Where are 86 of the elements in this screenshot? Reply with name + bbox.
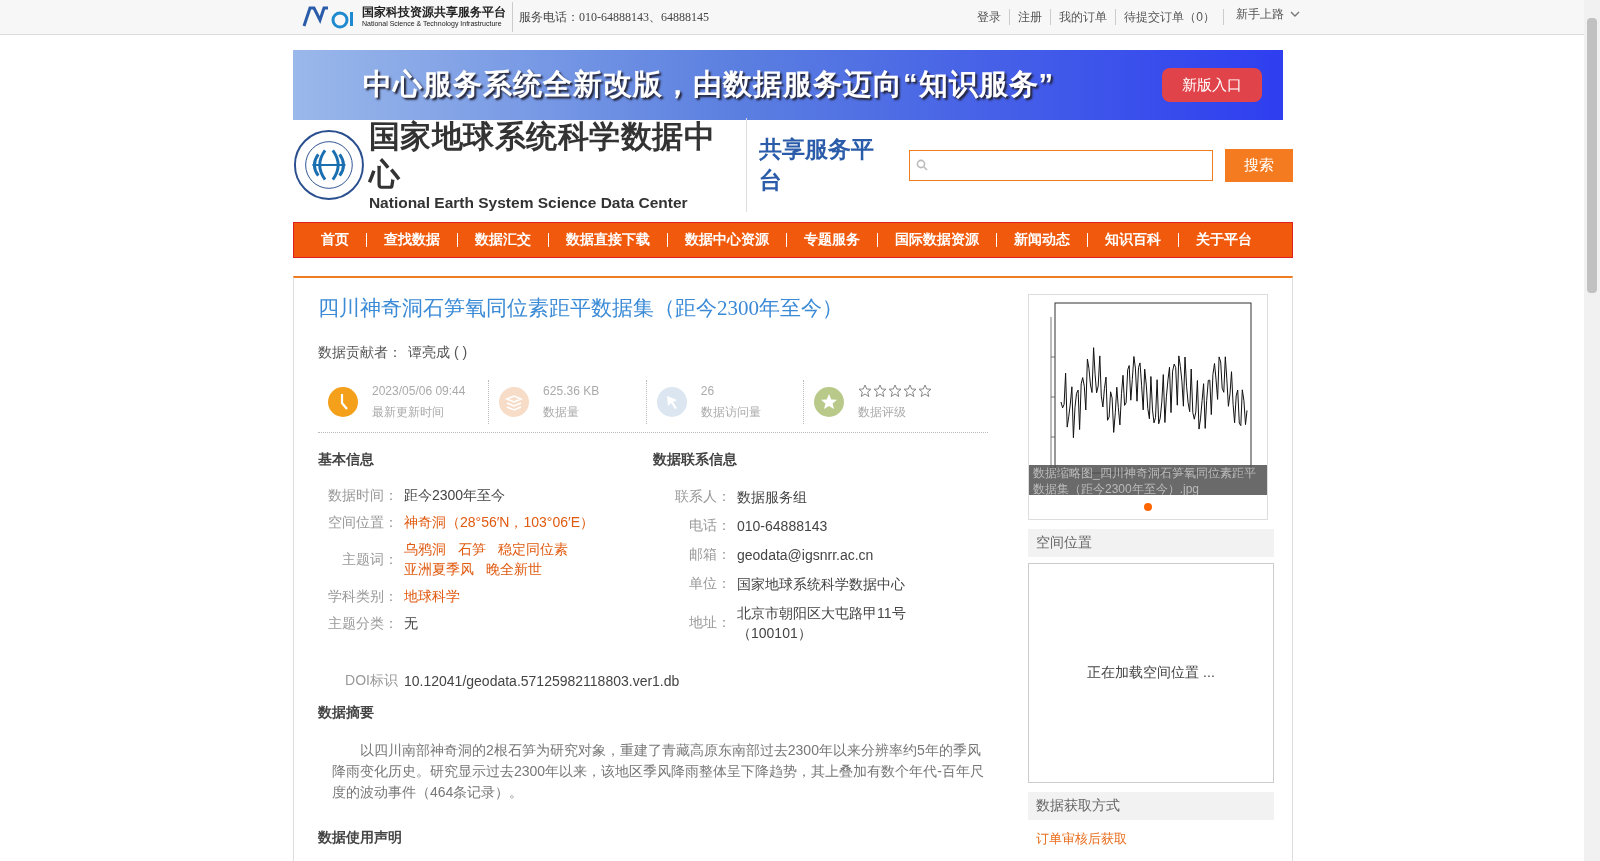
section-title: 数据联系信息 xyxy=(653,451,738,469)
contributor-name: 谭亮成 ( ) xyxy=(408,344,468,362)
field-label: 学科类别： xyxy=(327,588,398,606)
field-label: 地址： xyxy=(688,614,731,632)
layers-icon xyxy=(499,387,530,417)
stat-label: 最新更新时间 xyxy=(372,403,445,421)
scrollbar-thumb[interactable] xyxy=(1587,18,1597,293)
field-value: 数据服务组 xyxy=(737,488,808,507)
top-link[interactable]: 待提交订单（0） xyxy=(1116,9,1224,25)
field-link[interactable]: 地球科学 xyxy=(404,588,460,606)
nav-item[interactable]: 查找数据 xyxy=(367,231,457,249)
nav-item[interactable]: 新闻动态 xyxy=(997,231,1087,249)
nav-item[interactable]: 专题服务 xyxy=(787,231,877,249)
keyword-link[interactable]: 稳定同位素 xyxy=(498,541,568,559)
top-link[interactable]: 登录 xyxy=(969,9,1011,25)
search-button[interactable]: 搜索 xyxy=(1224,148,1293,182)
star-icon xyxy=(903,383,918,398)
field-value: 国家地球系统科学数据中心 xyxy=(737,575,906,594)
abstract-text: 以四川南部神奇洞的2根石笋为研究对象，重建了青藏高原东南部过去2300年以来分辨率约5年的季风降雨变化历史。研究显示过去2300年以来，该地区季风降雨整体呈下降趋势，其上叠加有数个年代-百年尺度的波动事件（464条记录）。 xyxy=(332,741,985,802)
field-label: 联系人： xyxy=(674,488,731,506)
star-rating[interactable] xyxy=(858,383,933,398)
nav-item[interactable]: 数据直接下载 xyxy=(549,231,667,249)
scrollbar[interactable] xyxy=(1584,0,1600,861)
keyword-link[interactable]: 石笋 xyxy=(458,541,486,559)
nav-item[interactable]: 国际数据资源 xyxy=(878,231,996,249)
center-name-english: National Earth System Science Data Center xyxy=(368,194,689,212)
keyword-link[interactable]: 亚洲夏季风 xyxy=(404,561,474,579)
platform-title: 共享服务平台 xyxy=(759,135,876,195)
search-field[interactable] xyxy=(909,149,1213,181)
stat-label: 数据量 xyxy=(543,403,581,421)
access-method: 订单审核后获取 xyxy=(1036,830,1128,848)
star-icon xyxy=(873,383,888,398)
nav-item[interactable]: 数据汇交 xyxy=(458,231,548,249)
nav-item[interactable]: 数据中心资源 xyxy=(668,231,786,249)
stat-value: 2023/05/06 09:44 xyxy=(372,383,466,398)
banner-text: 中心服务系统全新改版，由数据服务迈向“知识服务” xyxy=(363,67,1054,102)
section-title: 数据摘要 xyxy=(318,704,375,722)
stat-value: 625.36 KB xyxy=(543,383,600,398)
star-icon xyxy=(858,383,873,398)
section-title: 基本信息 xyxy=(318,451,375,469)
center-name: 国家地球系统科学数据中心 xyxy=(368,118,717,194)
field-label: 主题分类： xyxy=(327,615,398,633)
field-link[interactable]: 神奇洞（28°56′N，103°06′E） xyxy=(404,514,594,532)
stat-label: 数据评级 xyxy=(858,403,908,421)
field-label: DOI标识 xyxy=(344,672,398,690)
nav-item[interactable]: 首页 xyxy=(304,231,366,249)
nav-item[interactable]: 知识百科 xyxy=(1088,231,1178,249)
field-value: 北京市朝阳区大屯路甲11号（100101） xyxy=(737,604,907,643)
section-header: 空间位置 xyxy=(1028,529,1274,557)
field-label: 空间位置： xyxy=(327,514,398,532)
search-icon xyxy=(916,159,929,171)
contributor-label: 数据贡献者： xyxy=(318,344,402,362)
field-label: 主题词： xyxy=(341,551,398,569)
logo-title: 国家科技资源共享服务平台 xyxy=(362,5,506,19)
service-phone: 服务电话：010-64888143、64888145 xyxy=(519,8,709,26)
chevron-icon xyxy=(1290,10,1300,18)
guide-menu[interactable]: 新手上路 xyxy=(1224,5,1300,23)
field-label: 单位： xyxy=(688,575,731,593)
section-title: 数据使用声明 xyxy=(318,829,403,847)
field-label: 邮箱： xyxy=(688,546,731,564)
field-label: 数据时间： xyxy=(327,487,398,505)
thumbnail-caption: 数据缩略图_四川神奇洞石笋氧同位素距平数据集（距今2300年至今）.jpg xyxy=(1029,465,1267,495)
stat-value: 26 xyxy=(700,383,716,398)
top-link[interactable]: 我的订单 xyxy=(1051,9,1117,25)
doi-value: 10.12041/geodata.57125982118803.ver1.db xyxy=(404,673,680,689)
new-version-button[interactable]: 新版入口 xyxy=(1162,68,1262,102)
keyword-link[interactable]: 晚全新世 xyxy=(486,561,542,579)
star-icon xyxy=(888,383,903,398)
field-value: 距今2300年至今 xyxy=(404,487,506,505)
keyword-link[interactable]: 乌鸦洞 xyxy=(404,541,446,559)
star-badge-icon xyxy=(814,387,845,417)
nav-item[interactable]: 关于平台 xyxy=(1179,231,1269,249)
dataset-title: 四川神奇洞石笋氧同位素距平数据集（距今2300年至今） xyxy=(318,295,844,322)
carousel-dot[interactable] xyxy=(1144,503,1152,511)
field-label: 电话： xyxy=(688,517,731,535)
clock-icon xyxy=(328,387,358,417)
loading-text: 正在加载空间位置 ... xyxy=(1087,664,1215,682)
section-header: 数据获取方式 xyxy=(1028,792,1274,820)
cursor-icon xyxy=(656,387,687,417)
field-value: 010-64888143 xyxy=(737,517,829,536)
field-value: 无 xyxy=(404,615,418,633)
field-value: geodata@igsnrr.ac.cn xyxy=(737,546,875,565)
star-icon xyxy=(918,383,933,398)
top-link[interactable]: 注册 xyxy=(1010,9,1052,25)
stat-label: 数据访问量 xyxy=(700,403,761,421)
emblem-icon xyxy=(293,128,365,202)
